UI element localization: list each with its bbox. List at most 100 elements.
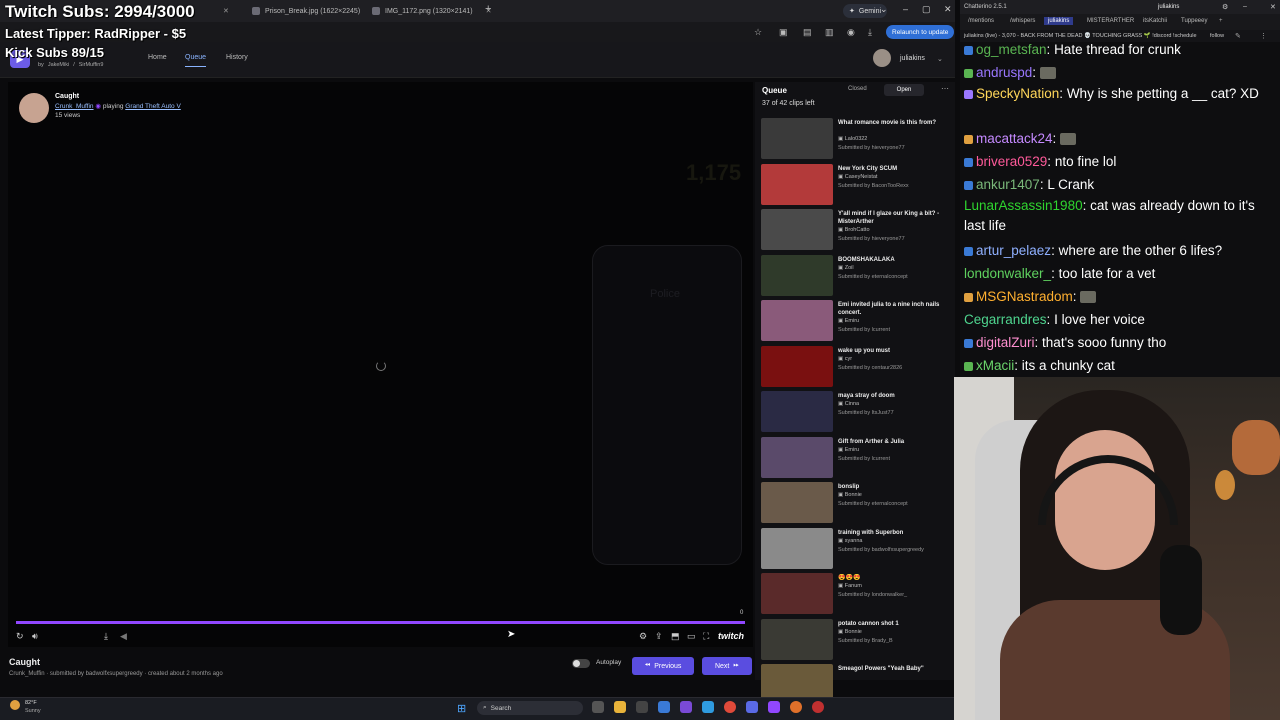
tab-search-icon[interactable]: ⌄	[880, 4, 888, 15]
queue-item[interactable]: potato cannon shot 1 ▣ Bonnie Submitted by…	[761, 618, 951, 662]
queue-thumbnail[interactable]	[761, 118, 833, 159]
file-explorer-icon[interactable]	[614, 701, 626, 713]
queue-thumbnail[interactable]	[761, 300, 833, 341]
chat-message[interactable]: xMacii: its a chunky cat	[964, 354, 1274, 377]
nav-queue[interactable]: Queue	[185, 54, 207, 67]
edge-icon[interactable]	[702, 701, 714, 713]
chat-message[interactable]: londonwalker_: too late for a vet	[964, 262, 1274, 285]
close-tab-icon[interactable]: ✕	[223, 7, 229, 15]
chat-message[interactable]: digitalZuri: that's sooo funny tho	[964, 331, 1274, 354]
creator-link[interactable]: JakeMiki	[48, 62, 69, 68]
queue-item[interactable]: Emi invited julia to a nine inch nails c…	[761, 300, 951, 343]
chat-username[interactable]: LunarAssassin1980	[964, 198, 1083, 213]
chat-message[interactable]: MSGNastradom:	[964, 285, 1274, 308]
queue-thumbnail[interactable]	[761, 163, 833, 205]
previous-button[interactable]: ⏪︎ Previous	[632, 657, 694, 675]
new-tab-icon[interactable]: +	[485, 3, 491, 15]
queue-thumbnail[interactable]	[761, 527, 833, 569]
share-icon[interactable]: ⇪	[655, 631, 663, 642]
chat-message[interactable]: brivera0529: nto fine lol	[964, 150, 1274, 173]
clip-icon[interactable]: ⬒	[671, 631, 680, 642]
downloads-icon[interactable]: ⤓	[868, 27, 872, 38]
settings-gear-icon[interactable]: ⚙	[639, 631, 647, 642]
app-icon[interactable]	[658, 701, 670, 713]
queue-item[interactable]: Gift from Arther & Julia ▣ Emiru Submitted…	[761, 436, 951, 480]
queue-thumbnail[interactable]	[761, 254, 833, 296]
weather-temp[interactable]: 82°F	[25, 700, 37, 706]
nav-home[interactable]: Home	[148, 54, 167, 61]
extension-icon[interactable]: ▣	[779, 27, 788, 38]
obs-icon[interactable]	[812, 701, 824, 713]
chat-message[interactable]: SpeckyNation: Why is she petting a __ ca…	[964, 84, 1274, 104]
taskbar-search[interactable]: ⌕ Search	[477, 701, 583, 715]
queue-item[interactable]: wake up you must ▣ cyr Submitted by centau…	[761, 345, 951, 389]
queue-thumbnail[interactable]	[761, 209, 833, 250]
chat-username[interactable]: og_metsfan	[976, 42, 1047, 57]
next-button[interactable]: Next ⏩︎	[702, 657, 752, 675]
bookmark-star-icon[interactable]: ☆	[754, 27, 762, 38]
relaunch-to-update-button[interactable]: Relaunch to update	[886, 25, 955, 39]
queue-item[interactable]: training with Superbon ▣ syanna Submitted …	[761, 527, 951, 571]
chrome-icon[interactable]	[724, 701, 736, 713]
browser-tab-prison-break[interactable]: Prison_Break.jpg (1622×2245)✕	[246, 3, 385, 19]
creator-link[interactable]: SirMuffin9	[79, 62, 104, 68]
queue-thumbnail[interactable]	[761, 345, 833, 387]
chat-username[interactable]: macattack24	[976, 131, 1053, 146]
chat-message[interactable]: andruspd:	[964, 61, 1274, 84]
twitch-logo-icon[interactable]: twitch	[718, 631, 744, 641]
close-window-icon[interactable]: ✕	[944, 4, 952, 15]
streamer-avatar[interactable]	[19, 93, 49, 123]
chat-tab-itskatchii[interactable]: itsKatchii	[1143, 18, 1167, 24]
windows-start-icon[interactable]: ⊞	[457, 702, 466, 715]
queue-closed-tab[interactable]: Closed	[848, 86, 867, 92]
extension-icon[interactable]: ▤	[803, 27, 812, 38]
username-label[interactable]: juliakins	[900, 55, 925, 62]
chat-username[interactable]: SpeckyNation	[976, 86, 1059, 101]
speaker-muted-icon[interactable]: ◀︎	[120, 631, 127, 642]
more-options-icon[interactable]: ⋯	[941, 84, 949, 93]
chatterino-icon[interactable]	[768, 701, 780, 713]
autoplay-toggle[interactable]	[572, 659, 590, 668]
firefox-icon[interactable]	[790, 701, 802, 713]
queue-item[interactable]: maya stray of doom ▣ Cinna Submitted by It…	[761, 391, 951, 434]
chat-tab-whispers[interactable]: /whispers	[1010, 18, 1035, 24]
close-window-icon[interactable]: ✕	[1270, 3, 1276, 11]
sun-icon[interactable]	[10, 700, 20, 710]
chat-message[interactable]: ankur1407: L Crank	[964, 173, 1274, 196]
queue-item[interactable]: BOOMSHAKALAKA ▣ Zoil Submitted by eternalc…	[761, 254, 951, 298]
queue-thumbnail[interactable]	[761, 573, 833, 614]
maximize-icon[interactable]: ▢	[922, 4, 931, 15]
streamer-link[interactable]: Crunk_Muffin	[55, 103, 94, 110]
profile-icon[interactable]: ◉	[847, 27, 855, 38]
chat-username[interactable]: brivera0529	[976, 154, 1047, 169]
chat-message[interactable]: artur_pelaez: where are the other 6 life…	[964, 239, 1274, 262]
queue-item[interactable]: 😍😍😍 ▣ Fanum Submitted by londonwalker_	[761, 573, 951, 616]
chat-username[interactable]: MSGNastradom	[976, 289, 1073, 304]
app-icon[interactable]	[680, 701, 692, 713]
theater-mode-icon[interactable]: ▭	[687, 631, 696, 642]
add-chat-tab-icon[interactable]: +	[1219, 18, 1223, 24]
chat-username[interactable]: londonwalker_	[964, 266, 1051, 281]
user-avatar[interactable]	[873, 49, 891, 67]
queue-item[interactable]: Y'all mind if I glaze our King a bit? - …	[761, 209, 951, 252]
task-view-icon[interactable]	[592, 701, 604, 713]
chevron-down-icon[interactable]: ⌄	[937, 55, 943, 63]
volume-icon[interactable]: 🔊︎	[32, 631, 38, 642]
download-icon[interactable]: ⤓	[104, 631, 108, 642]
game-link[interactable]: Grand Theft Auto V	[125, 103, 181, 110]
chat-username[interactable]: ankur1407	[976, 177, 1040, 192]
queue-item[interactable]: bonslip ▣ Bonnie Submitted by eternalconce…	[761, 482, 951, 525]
nav-history[interactable]: History	[226, 54, 248, 61]
app-icon[interactable]	[636, 701, 648, 713]
fullscreen-icon[interactable]: ⛶	[703, 631, 709, 642]
discord-icon[interactable]	[746, 701, 758, 713]
queue-thumbnail[interactable]	[761, 436, 833, 478]
queue-thumbnail[interactable]	[761, 391, 833, 432]
chat-username[interactable]: xMacii	[976, 358, 1014, 373]
queue-item[interactable]: What romance movie is this from? ▣ Lalo03…	[761, 118, 951, 161]
chat-message[interactable]: og_metsfan: Hate thread for crunk	[964, 38, 1274, 61]
chat-message[interactable]: Cegarrandres: I love her voice	[964, 308, 1274, 331]
browser-tab-img[interactable]: IMG_1172.png (1320×2141) ✕	[366, 3, 498, 19]
minimize-icon[interactable]: –	[1243, 3, 1247, 10]
weather-desc[interactable]: Sunny	[25, 708, 41, 714]
